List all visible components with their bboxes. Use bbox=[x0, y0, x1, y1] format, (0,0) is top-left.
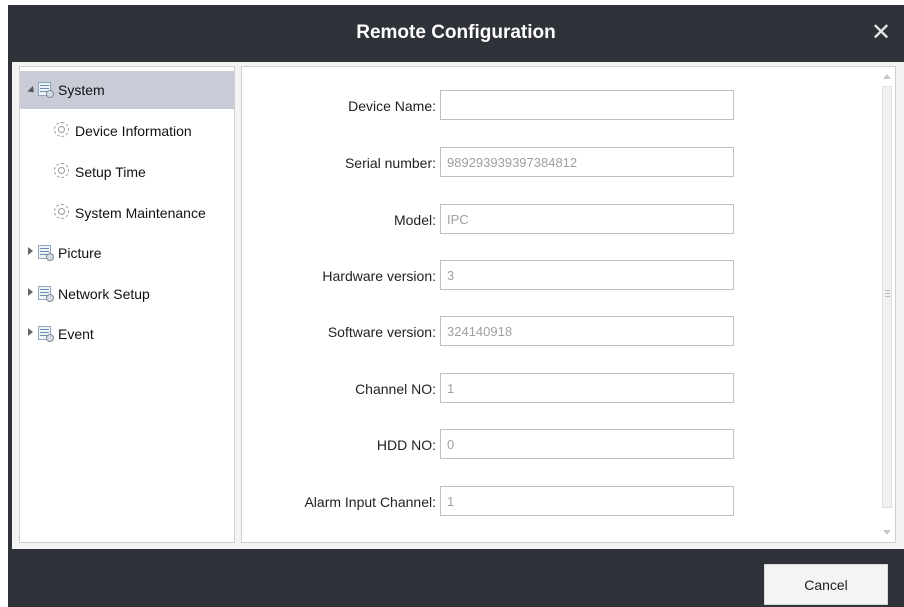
collapse-triangle-icon[interactable] bbox=[28, 288, 33, 296]
field-label: HDD NO: bbox=[376, 437, 436, 453]
field-label: Software version: bbox=[327, 324, 436, 340]
gear-icon bbox=[54, 122, 69, 137]
form-row-hdd-no: HDD NO: bbox=[242, 429, 882, 461]
tree-item-device-information[interactable]: Device Information bbox=[20, 112, 234, 150]
tree-item-system[interactable]: System bbox=[20, 71, 234, 109]
form-row-channel-no: Channel NO: bbox=[242, 373, 882, 405]
vertical-scrollbar[interactable] bbox=[880, 68, 894, 541]
grip-icon bbox=[885, 290, 890, 291]
title-bar: Remote Configuration ✕ bbox=[8, 5, 904, 61]
navigation-tree: System Device Information Setup Time Sys… bbox=[19, 66, 235, 543]
cancel-button[interactable]: Cancel bbox=[764, 564, 888, 605]
expand-triangle-icon[interactable] bbox=[27, 85, 37, 96]
collapse-triangle-icon[interactable] bbox=[28, 247, 33, 255]
dialog-footer: Cancel bbox=[8, 549, 904, 607]
form-row-model: Model: bbox=[242, 204, 882, 236]
channel-no-field[interactable] bbox=[440, 373, 734, 403]
tree-item-event[interactable]: Event bbox=[20, 315, 234, 353]
model-field[interactable] bbox=[440, 204, 734, 234]
tree-item-setup-time[interactable]: Setup Time bbox=[20, 153, 234, 191]
device-name-input[interactable] bbox=[440, 90, 734, 120]
folder-settings-icon bbox=[38, 245, 54, 261]
remote-configuration-dialog: Remote Configuration ✕ System Device Inf… bbox=[8, 5, 904, 607]
folder-settings-icon bbox=[38, 286, 54, 302]
tree-item-label: Device Information bbox=[75, 123, 192, 139]
field-label: Hardware version: bbox=[322, 268, 436, 284]
form-row-alarm-input-channel: Alarm Input Channel: bbox=[242, 486, 882, 518]
alarm-input-channel-field[interactable] bbox=[440, 486, 734, 516]
dialog-title: Remote Configuration bbox=[356, 22, 556, 43]
tree-item-label: Picture bbox=[58, 245, 102, 261]
close-icon[interactable]: ✕ bbox=[870, 21, 892, 45]
folder-settings-icon bbox=[38, 82, 54, 98]
hardware-version-field[interactable] bbox=[440, 260, 734, 290]
hdd-no-field[interactable] bbox=[440, 429, 734, 459]
scroll-up-arrow-icon[interactable] bbox=[883, 74, 891, 79]
gear-icon bbox=[54, 204, 69, 219]
software-version-field[interactable] bbox=[440, 316, 734, 346]
folder-settings-icon bbox=[38, 326, 54, 342]
dialog-content: System Device Information Setup Time Sys… bbox=[12, 62, 904, 549]
tree-item-system-maintenance[interactable]: System Maintenance bbox=[20, 194, 234, 232]
tree-item-picture[interactable]: Picture bbox=[20, 234, 234, 272]
tree-item-label: System Maintenance bbox=[75, 205, 206, 221]
scroll-down-arrow-icon[interactable] bbox=[883, 530, 891, 535]
scrollbar-thumb[interactable] bbox=[882, 86, 892, 508]
gear-icon bbox=[54, 163, 69, 178]
field-label: Channel NO: bbox=[355, 381, 436, 397]
serial-number-field[interactable] bbox=[440, 147, 734, 177]
field-label: Serial number: bbox=[344, 155, 436, 171]
tree-item-network-setup[interactable]: Network Setup bbox=[20, 275, 234, 313]
field-label: Model: bbox=[393, 212, 436, 228]
tree-item-label: Network Setup bbox=[58, 286, 150, 302]
form-row-hardware-version: Hardware version: bbox=[242, 260, 882, 292]
tree-item-label: Event bbox=[58, 326, 94, 342]
form-row-device-name: Device Name: bbox=[242, 90, 882, 122]
form-row-serial-number: Serial number: bbox=[242, 147, 882, 179]
form-row-software-version: Software version: bbox=[242, 316, 882, 348]
field-label: Alarm Input Channel: bbox=[304, 494, 436, 510]
device-information-panel: Device Name: Serial number: Model: Hardw… bbox=[241, 66, 896, 543]
tree-item-label: Setup Time bbox=[75, 164, 146, 180]
tree-item-label: System bbox=[58, 82, 105, 98]
collapse-triangle-icon[interactable] bbox=[28, 328, 33, 336]
field-label: Device Name: bbox=[348, 98, 436, 114]
